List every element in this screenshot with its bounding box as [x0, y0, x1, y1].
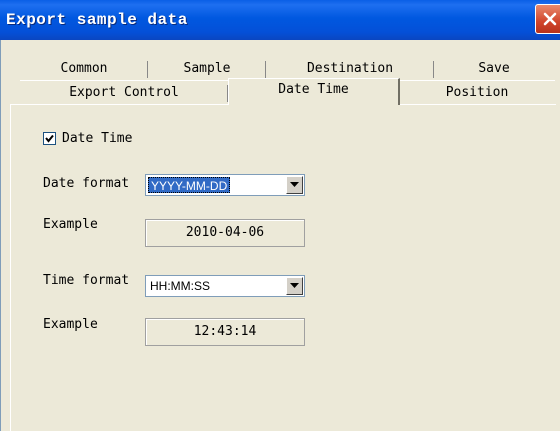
date-format-value: YYYY-MM-DD [148, 177, 231, 193]
tab-save[interactable]: Save [434, 58, 554, 80]
time-example-label: Example [43, 317, 98, 332]
tab-destination[interactable]: Destination [266, 58, 434, 80]
chevron-down-icon [290, 182, 299, 187]
date-time-checkbox[interactable] [43, 132, 56, 145]
tab-sample[interactable]: Sample [148, 58, 266, 80]
tab-common-label: Common [60, 61, 108, 76]
tab-export-control-label: Export Control [69, 85, 179, 100]
tab-sample-label: Sample [183, 61, 231, 76]
tab-export-control[interactable]: Export Control [20, 82, 228, 104]
check-icon [45, 134, 54, 143]
close-icon [543, 12, 557, 26]
time-format-label: Time format [43, 273, 130, 288]
time-example-value: 12:43:14 [193, 324, 257, 339]
chevron-down-icon [290, 283, 299, 288]
time-format-value: HH:MM:SS [150, 279, 210, 293]
time-format-select[interactable]: HH:MM:SS [145, 275, 305, 297]
date-example-field: 2010-04-06 [145, 219, 305, 247]
tab-destination-label: Destination [306, 61, 394, 76]
title-bar[interactable]: Export sample data [0, 0, 560, 40]
tab-common[interactable]: Common [20, 58, 148, 80]
tab-position[interactable]: Position [400, 82, 554, 104]
time-format-dropdown-button[interactable] [286, 277, 303, 295]
close-button[interactable] [535, 4, 560, 34]
date-time-panel [10, 104, 556, 431]
date-format-select[interactable]: YYYY-MM-DD [145, 174, 305, 196]
tab-position-label: Position [445, 85, 509, 100]
tab-save-label: Save [478, 61, 510, 76]
date-example-value: 2010-04-06 [185, 225, 265, 240]
date-example-label: Example [43, 217, 98, 232]
tab-date-time[interactable]: Date Time [228, 78, 400, 105]
window-title: Export sample data [6, 11, 188, 29]
date-format-label: Date format [43, 176, 130, 191]
date-format-dropdown-button[interactable] [286, 176, 303, 194]
time-example-field: 12:43:14 [145, 318, 305, 346]
tab-date-time-label: Date Time [278, 82, 349, 97]
date-time-checkbox-label: Date Time [62, 131, 133, 146]
